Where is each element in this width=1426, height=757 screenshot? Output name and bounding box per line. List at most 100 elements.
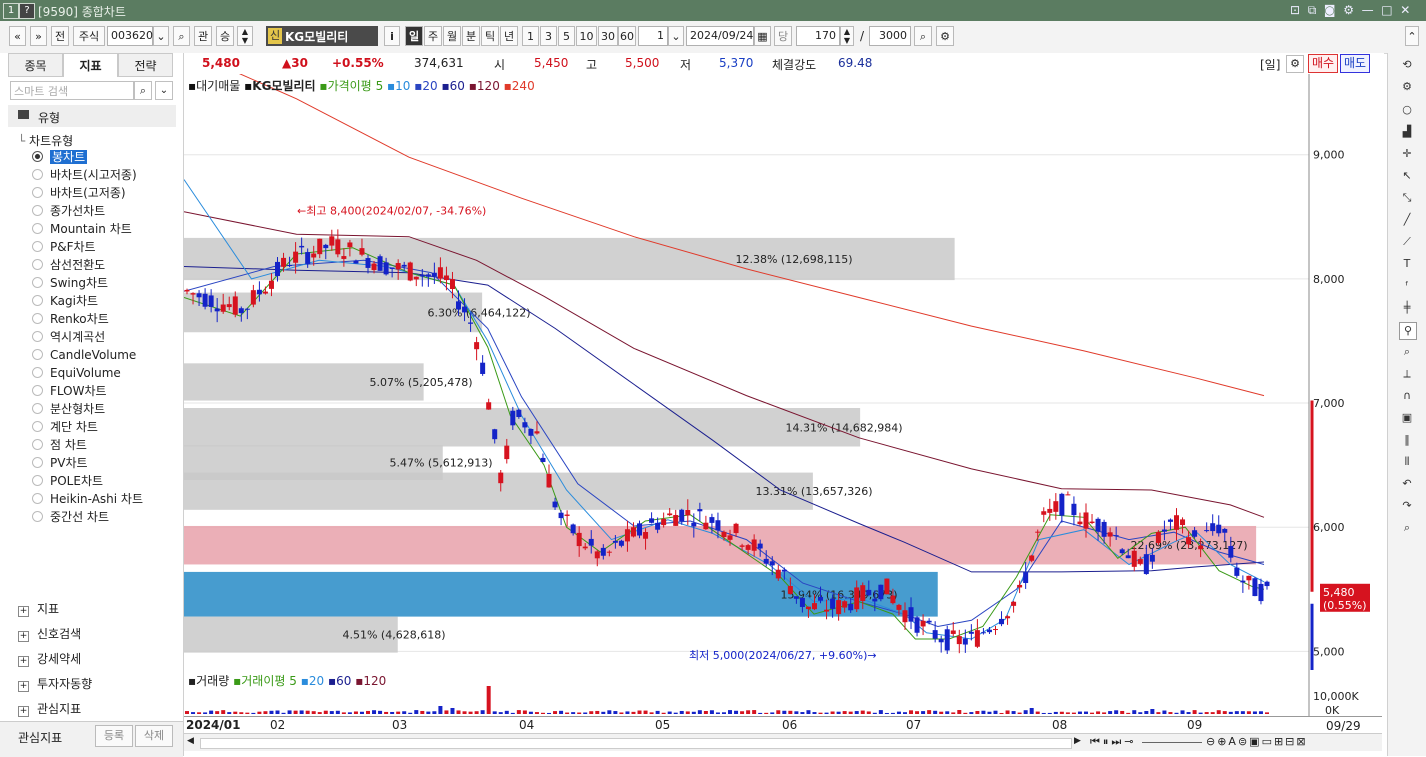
zoom-icon[interactable]: ⌕ — [1399, 344, 1415, 360]
tab-stock[interactable]: 종목 — [8, 53, 63, 77]
interval-10[interactable]: 10 — [576, 26, 597, 46]
register-button[interactable]: 등록 — [95, 725, 133, 747]
radio-icon[interactable] — [32, 421, 43, 432]
radio-icon[interactable] — [32, 187, 43, 198]
stock-code-input[interactable]: 003620 — [107, 26, 153, 46]
settings-icon[interactable]: ⚙ — [1343, 3, 1354, 17]
radio-icon[interactable] — [32, 241, 43, 252]
text-icon[interactable]: T — [1399, 256, 1415, 272]
radio-icon[interactable] — [32, 223, 43, 234]
columns-icon[interactable]: ⦀ — [1399, 454, 1415, 470]
bar-chart-icon[interactable]: ▟ — [1399, 124, 1415, 140]
next-button[interactable]: » — [30, 26, 47, 46]
radio-icon[interactable] — [32, 205, 43, 216]
period-tick[interactable]: 틱 — [481, 26, 499, 46]
radio-icon[interactable] — [32, 457, 43, 468]
close-icon[interactable]: ✕ — [1400, 3, 1410, 17]
search-icon[interactable]: ⌕ — [1399, 520, 1415, 536]
section-indicator[interactable]: + 지표 — [18, 600, 59, 617]
auto-line-icon[interactable]: ⟋ — [1399, 234, 1415, 250]
dang-button[interactable]: 당 — [774, 26, 792, 46]
tree-root-row[interactable]: 유형 — [8, 105, 176, 127]
grid-icon[interactable]: ‖ — [1399, 432, 1415, 448]
interval-30[interactable]: 30 — [598, 26, 618, 46]
radio-icon[interactable] — [32, 151, 43, 162]
chart-type-item[interactable]: 바차트(고저종) — [32, 185, 126, 202]
chart-type-item[interactable]: Swing차트 — [32, 275, 108, 292]
period-minute[interactable]: 분 — [462, 26, 480, 46]
section-investor[interactable]: + 투자자동향 — [18, 675, 92, 692]
chart-type-item[interactable]: 점 차트 — [32, 437, 87, 454]
radio-icon[interactable] — [32, 277, 43, 288]
period-week[interactable]: 주 — [424, 26, 442, 46]
chart-type-item[interactable]: Kagi차트 — [32, 293, 98, 310]
chart-settings-button[interactable]: ⚙ — [1286, 55, 1304, 73]
seung-button[interactable]: 승 — [216, 26, 234, 46]
delete-button[interactable]: 삭제 — [135, 725, 173, 747]
chart-type-item[interactable]: 종가선차트 — [32, 203, 105, 220]
radio-icon[interactable] — [32, 331, 43, 342]
total-input[interactable]: 3000 — [869, 26, 911, 46]
interval-1[interactable]: 1 — [522, 26, 539, 46]
playback-controls[interactable]: ⏮⏸⏭⊸ — [1090, 735, 1137, 749]
zoom-in-icon[interactable]: ⚲ — [1399, 322, 1417, 340]
chart-type-item[interactable]: CandleVolume — [32, 347, 136, 364]
calendar-button[interactable]: ▦ — [754, 26, 771, 46]
chart-type-item[interactable]: PV차트 — [32, 455, 88, 472]
pin-icon[interactable]: ⊡ — [1290, 3, 1300, 17]
chart-type-item[interactable]: 계단 차트 — [32, 419, 98, 436]
chart-type-item[interactable]: POLE차트 — [32, 473, 103, 490]
volume-chart[interactable]: 10,000K 0K ▪거래량 ▪거래이평 5 ▪20 ▪60 ▪120 — [184, 670, 1382, 717]
market-select[interactable]: 주식 — [73, 26, 105, 46]
chart-type-item[interactable]: 봉차트 — [32, 149, 88, 166]
period-day[interactable]: 일 — [405, 26, 423, 46]
settings-button[interactable]: ⚙ — [936, 26, 954, 46]
candle-icon[interactable]: ╪ — [1399, 300, 1415, 316]
minimize-icon[interactable]: — — [1362, 3, 1374, 17]
chart-type-item[interactable]: 분산형차트 — [32, 401, 105, 418]
tab-indicator[interactable]: 지표 — [63, 53, 118, 77]
gear-icon[interactable]: ⚙ — [1399, 79, 1415, 95]
scroll-right-icon[interactable]: ▶ — [1074, 736, 1081, 746]
radio-icon[interactable] — [32, 367, 43, 378]
cross-icon[interactable]: ✛ — [1399, 146, 1415, 162]
price-chart[interactable]: 12.38% (12,698,115) 6.30% (6,464,122) 5.07… — [183, 48, 1382, 670]
radio-icon[interactable] — [32, 295, 43, 306]
circle-icon[interactable]: ○ — [1399, 102, 1415, 118]
section-signal[interactable]: + 신호검색 — [18, 625, 81, 642]
help-badge[interactable]: ? — [19, 3, 35, 19]
camera-icon[interactable]: ◙ — [1324, 3, 1336, 17]
radio-icon[interactable] — [32, 169, 43, 180]
search-button[interactable]: ⌕ — [134, 81, 152, 100]
price-chart-canvas[interactable]: 12.38% (12,698,115) 6.30% (6,464,122) 5.07… — [183, 48, 1382, 670]
sell-button[interactable]: 매도 — [1340, 54, 1370, 73]
prev-button[interactable]: « — [9, 26, 26, 46]
chart-type-item[interactable]: FLOW차트 — [32, 383, 107, 400]
copy-icon[interactable]: ⧉ — [1308, 3, 1317, 17]
chart-type-item[interactable]: Renko차트 — [32, 311, 109, 328]
fibonacci-icon[interactable]: ᶠ — [1399, 278, 1415, 294]
undo-icon[interactable]: ↶ — [1399, 476, 1415, 492]
radio-icon[interactable] — [32, 403, 43, 414]
chart-type-item[interactable]: Mountain 차트 — [32, 221, 132, 238]
stock-name-box[interactable]: 신 KG모빌리티 — [266, 26, 378, 46]
radio-icon[interactable] — [32, 493, 43, 504]
section-strength[interactable]: + 강세약세 — [18, 650, 81, 667]
measure-icon[interactable]: ⟂ — [1399, 366, 1415, 382]
line-icon[interactable]: ╱ — [1399, 212, 1415, 228]
gwan-button[interactable]: 관 — [194, 26, 212, 46]
scroll-track[interactable] — [200, 738, 1072, 749]
radio-icon[interactable] — [32, 511, 43, 522]
info-button[interactable]: i — [384, 26, 400, 46]
section-favorite[interactable]: + 관심지표 — [18, 700, 81, 717]
radio-icon[interactable] — [32, 439, 43, 450]
buy-button[interactable]: 매수 — [1308, 54, 1338, 73]
scroll-left-icon[interactable]: ◀ — [187, 736, 194, 746]
date-input[interactable]: 2024/09/24 — [686, 26, 754, 46]
interval-60[interactable]: 60 — [618, 26, 636, 46]
interval-input[interactable]: 1 — [638, 26, 668, 46]
tree-sub[interactable]: └ 차트유형 — [18, 132, 73, 149]
smart-search-input[interactable]: 스마트 검색 — [10, 81, 134, 100]
tab-strategy[interactable]: 전략 — [118, 53, 173, 77]
count-spin[interactable]: ▲ ▼ — [840, 26, 854, 46]
